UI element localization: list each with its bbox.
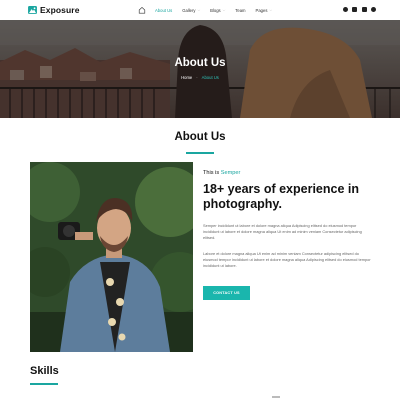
nav-item-label: Blogs <box>210 7 221 13</box>
nav-item-label: Team <box>235 7 246 13</box>
nav-item-about-us[interactable]: About Us <box>155 8 172 13</box>
title-underline <box>186 152 214 154</box>
facebook-icon[interactable] <box>342 7 348 12</box>
pinterest-icon[interactable] <box>371 7 376 12</box>
mountain-logo-icon <box>28 6 37 14</box>
eyebrow-accent: Semper <box>220 170 241 176</box>
breadcrumb-current: About Us <box>201 75 219 80</box>
main-nav: About Us Gallery ⌵ Blogs ⌵ Team Pages ⌵ <box>138 0 282 20</box>
instagram-icon[interactable] <box>352 7 357 12</box>
eyebrow-prefix: This is <box>203 170 220 176</box>
hero-background-image <box>0 20 400 118</box>
nav-item-label: Gallery <box>182 7 196 13</box>
nav-item-blogs[interactable]: Blogs ⌵ <box>210 8 225 13</box>
photographer-image <box>30 162 193 352</box>
skill-bar-marker <box>272 396 280 398</box>
skills-title: Skills <box>30 365 59 377</box>
logo[interactable]: Exposure <box>28 5 80 15</box>
home-icon[interactable] <box>138 6 146 14</box>
breadcrumb-home[interactable]: Home <box>181 75 192 80</box>
breadcrumb-separator: · <box>196 75 198 80</box>
about-paragraph-2: Labore et dolore magna aliqua Ut enim ad… <box>203 251 371 268</box>
section-title: About Us <box>174 131 226 143</box>
contact-us-button[interactable]: CONTACT US <box>203 286 250 300</box>
about-headline: 18+ years of experience in photography. <box>203 182 359 211</box>
nav-item-pages[interactable]: Pages ⌵ <box>256 8 273 13</box>
hero-title: About Us <box>174 57 226 69</box>
site-header: Exposure About Us Gallery ⌵ Blogs ⌵ Team… <box>0 0 400 20</box>
social-links <box>342 7 376 12</box>
chevron-down-icon: ⌵ <box>222 8 226 12</box>
chevron-down-icon: ⌵ <box>197 8 201 12</box>
linkedin-icon[interactable] <box>361 7 367 12</box>
nav-item-gallery[interactable]: Gallery ⌵ <box>182 8 200 13</box>
brand-name: Exposure <box>40 5 80 15</box>
nav-item-team[interactable]: Team <box>235 8 245 13</box>
breadcrumb: Home · About Us <box>0 75 400 80</box>
about-paragraph-1: Semper incididunt ut labore et dolore ma… <box>203 223 362 240</box>
eyebrow-text: This is Semper <box>203 170 240 176</box>
chevron-down-icon: ⌵ <box>269 8 273 12</box>
nav-item-label: About Us <box>155 7 173 13</box>
nav-item-label: Pages <box>255 7 268 13</box>
hero-banner: About Us Home · About Us <box>0 20 400 118</box>
skills-underline <box>30 383 58 385</box>
